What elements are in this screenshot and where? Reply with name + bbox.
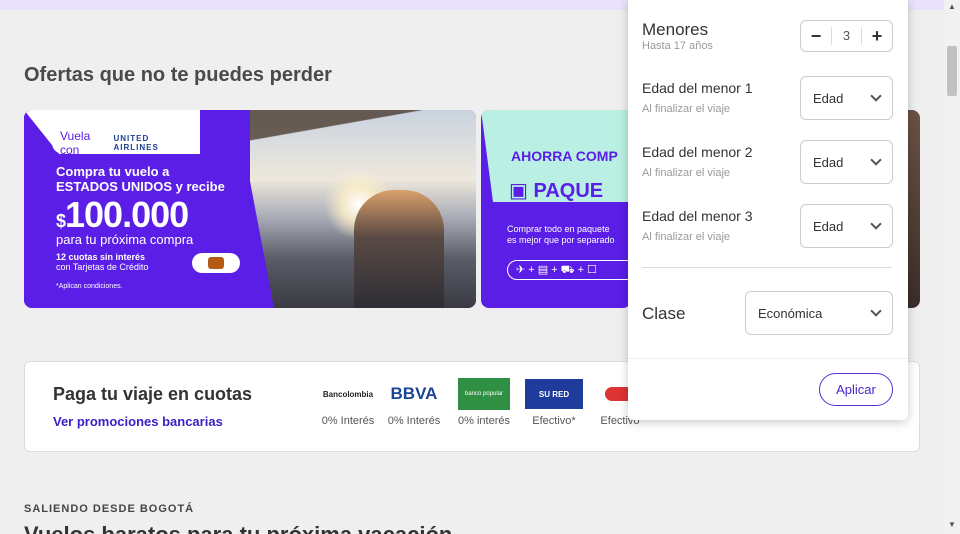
bank-popular: banco popular 0% interés (449, 378, 519, 427)
bridge-shape (250, 110, 476, 170)
select-value: Edad (813, 218, 844, 234)
offers-title: Ofertas que no te puedes perder (24, 64, 332, 86)
currency-symbol: $ (56, 211, 66, 231)
minor-2-age-sub: Al finalizar el viaje (642, 167, 731, 179)
minors-stepper: − 3 + (800, 20, 893, 52)
scroll-up-icon[interactable]: ▲ (948, 2, 956, 11)
minor-2-age-label: Edad del menor 2 (642, 144, 753, 160)
chevron-down-icon (870, 90, 882, 102)
minor-3-age-select[interactable]: Edad (800, 204, 893, 248)
airline-tag: Vuela con UNITED AIRLINES (52, 129, 200, 157)
bank-caption: 0% interés (458, 415, 510, 427)
minors-sub: Hasta 17 años (642, 40, 713, 52)
apply-button[interactable]: Aplicar (819, 373, 893, 406)
minor-3-age-label: Edad del menor 3 (642, 208, 753, 224)
scroll-thumb[interactable] (947, 46, 957, 96)
banner-conditions: *Aplican condiciones. (56, 283, 123, 290)
minus-icon[interactable]: − (801, 26, 831, 47)
payments-title: Paga tu viaje en cuotas (53, 384, 253, 404)
cuotas-rest: con Tarjetas de Crédito (56, 262, 149, 272)
piggy-bank-icon (192, 253, 240, 273)
select-value: Edad (813, 154, 844, 170)
banner2-product-text: PAQUE (533, 180, 604, 202)
bank-bancolombia: Bancolombia 0% Interés (313, 378, 383, 428)
amount-value: 100.000 (65, 194, 189, 235)
banner-line2: ESTADOS UNIDOS y recibe (56, 179, 225, 194)
departing-heading-wrapper: Vuelos baratos para tu próxima vacación (24, 524, 544, 534)
united-promo-banner[interactable]: Vuela con UNITED AIRLINES Compra tu vuel… (24, 110, 476, 308)
su-red-logo: SU RED (525, 379, 583, 409)
bank-caption: 0% Interés (387, 415, 441, 427)
airline-logo: UNITED AIRLINES (113, 134, 159, 152)
bank-sured: SU RED Efectivo* (519, 378, 589, 427)
panel-divider (642, 267, 892, 268)
minor-1-age-sub: Al finalizar el viaje (642, 103, 731, 115)
banner-headline: Compra tu vuelo a ESTADOS UNIDOS y recib… (56, 164, 225, 194)
banner2-body-line2: es mejor que por separado (507, 235, 615, 245)
select-value: Edad (813, 90, 844, 106)
banner-cuotas: 12 cuotas sin interés con Tarjetas de Cr… (56, 252, 148, 272)
banco-popular-logo: banco popular (458, 378, 510, 410)
minor-2-age-select[interactable]: Edad (800, 140, 893, 184)
banner2-body-line1: Comprar todo en paquete (507, 224, 610, 234)
bbva-logo: BBVA (390, 384, 438, 403)
banner2-body: Comprar todo en paquete es mejor que por… (507, 224, 615, 246)
chevron-down-icon (870, 154, 882, 166)
bank-promotions-link[interactable]: Ver promociones bancarias (53, 414, 223, 429)
chevron-down-icon (870, 218, 882, 230)
departing-label: SALIENDO DESDE BOGOTÁ (24, 503, 195, 515)
bank-caption: 0% Interés (321, 415, 375, 427)
minors-count: 3 (831, 27, 862, 45)
plus-icon[interactable]: + (862, 26, 892, 47)
class-select[interactable]: Económica (745, 291, 893, 335)
departing-heading: Vuelos baratos para tu próxima vacación (24, 524, 544, 534)
traveler-silhouette (354, 190, 444, 308)
select-value: Económica (758, 305, 823, 321)
minor-3-age-sub: Al finalizar el viaje (642, 231, 731, 243)
banner-next: para tu próxima compra (56, 232, 194, 247)
bank-caption: Efectivo* (532, 415, 576, 427)
package-icons: ✈ + ▤ + ⛟ + ☐ (507, 260, 631, 280)
bank-bbva: BBVA 0% Interés (379, 378, 449, 427)
minor-1-age-select[interactable]: Edad (800, 76, 893, 120)
tag-prefix: Vuela con (60, 129, 91, 157)
package-promo-banner[interactable]: AHORRA COMP ▣ PAQUE Comprar todo en paqu… (481, 110, 631, 308)
banner2-headline: AHORRA COMP (511, 148, 618, 164)
bancolombia-logo: Bancolombia (322, 389, 374, 399)
class-label: Clase (642, 304, 686, 323)
chevron-down-icon (870, 305, 882, 317)
banner-line1: Compra tu vuelo a (56, 164, 170, 179)
minors-label: Menores (642, 20, 709, 39)
page-scrollbar[interactable]: ▲ ▼ (944, 0, 960, 534)
minor-1-age-label: Edad del menor 1 (642, 80, 753, 96)
suitcase-icon: ▣ (509, 180, 528, 202)
cuotas-bold: 12 cuotas sin interés (56, 252, 146, 262)
banner2-product: ▣ PAQUE (509, 178, 603, 203)
passengers-dropdown: Menores Hasta 17 años − 3 + Edad del men… (628, 0, 908, 420)
scroll-down-icon[interactable]: ▼ (948, 520, 956, 529)
